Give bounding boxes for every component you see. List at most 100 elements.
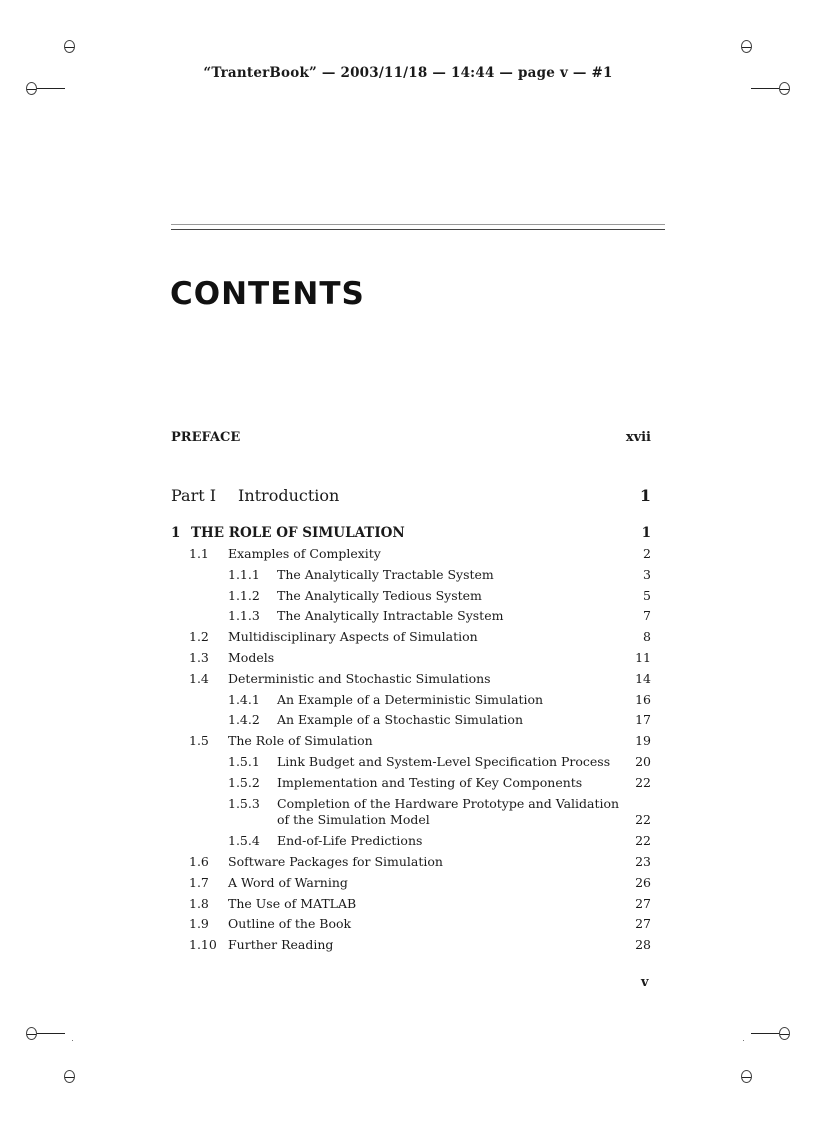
toc-entry[interactable]: 1.10 Further Reading 28	[171, 935, 651, 955]
registration-mark-icon	[741, 1070, 752, 1083]
toc-page: 19	[635, 733, 651, 749]
toc-page: 11	[635, 650, 651, 665]
toc-entry-title: Models	[228, 650, 275, 665]
toc-entry-number: 1.1.3	[228, 608, 260, 624]
running-header: “TranterBook” — 2003/11/18 — 14:44 — pag…	[203, 65, 613, 81]
crop-dot	[743, 1040, 744, 1041]
toc-entry[interactable]: 1.3 Models 11	[171, 648, 651, 668]
toc-page: 27	[635, 895, 651, 911]
toc-entry-number: 1.5	[189, 733, 209, 749]
toc-chapter-title: THE ROLE OF SIMULATION	[191, 525, 405, 541]
toc-page: 17	[635, 712, 651, 728]
toc-page: 22	[635, 774, 651, 790]
toc-entry-title: An Example of a Deterministic Simulation	[277, 691, 544, 707]
toc-page: 22	[635, 833, 651, 849]
toc-preface[interactable]: PREFACE xvii	[171, 428, 651, 448]
page-title: CONTENTS	[170, 276, 365, 312]
toc-page: 20	[635, 754, 651, 769]
toc-entry[interactable]: 1.4.2 An Example of a Stochastic Simulati…	[171, 710, 651, 730]
crop-line	[37, 88, 65, 89]
toc-page: 14	[635, 670, 651, 686]
toc-part-title: Introduction	[238, 486, 340, 505]
crop-line	[37, 1033, 65, 1034]
toc-entry-title: Outline of the Book	[228, 916, 352, 932]
toc-entry[interactable]: 1.9 Outline of the Book 27	[171, 914, 651, 934]
toc-entry-number: 1.3	[189, 650, 209, 665]
toc-entry[interactable]: 1.5.4 End-of-Life Predictions 22	[171, 831, 651, 851]
registration-mark-icon	[779, 1027, 790, 1040]
toc-entry-number: 1.10	[189, 937, 217, 953]
toc-entry-title: The Use of MATLAB	[228, 895, 357, 911]
toc-entry[interactable]: 1.1.3 The Analytically Intractable System…	[171, 606, 651, 626]
toc-entry[interactable]: 1.5.2 Implementation and Testing of Key C…	[171, 773, 651, 793]
crop-dot	[72, 1040, 73, 1041]
toc-entry[interactable]: 1.1.1 The Analytically Tractable System 3	[171, 565, 651, 585]
crop-line	[751, 1033, 779, 1034]
toc-entry[interactable]: 1.4 Deterministic and Stochastic Simulati…	[171, 669, 651, 689]
toc-entry-number: 1.8	[189, 895, 209, 911]
registration-mark-icon	[779, 82, 790, 95]
toc-entry-title: Multidisciplinary Aspects of Simulation	[228, 629, 478, 645]
toc-entry-title: The Role of Simulation	[228, 733, 373, 749]
registration-mark-icon	[741, 40, 752, 53]
crop-line	[751, 88, 779, 89]
toc-entry[interactable]: 1.1.2 The Analytically Tedious System 5	[171, 586, 651, 606]
toc-entry[interactable]: 1.6 Software Packages for Simulation 23	[171, 852, 651, 872]
toc-entry-number: 1.9	[189, 916, 209, 932]
toc-entry-number: 1.6	[189, 853, 209, 869]
title-rule-top	[171, 224, 665, 225]
toc-part-label: Part I	[171, 486, 217, 505]
toc-page: 5	[643, 587, 651, 603]
toc-page: 22	[635, 811, 651, 827]
toc-entry-title: Examples of Complexity	[228, 546, 381, 561]
toc-entry-title: An Example of a Stochastic Simulation	[277, 712, 523, 728]
toc-entry-title-continued: of the Simulation Model	[277, 811, 430, 827]
toc-page: 8	[643, 629, 651, 645]
toc-page: 3	[643, 566, 651, 582]
toc-entry-number: 1.1.1	[228, 566, 260, 582]
toc-entry-title: Deterministic and Stochastic Simulations	[228, 670, 491, 686]
registration-mark-icon	[26, 82, 37, 95]
page-number: v	[641, 975, 649, 990]
toc-entry[interactable]: 1.1 Examples of Complexity 2	[171, 544, 651, 564]
toc-entry-number: 1.5.3	[228, 795, 260, 811]
toc-entry[interactable]: 1.5.1 Link Budget and System-Level Specif…	[171, 752, 651, 772]
toc-entry-title: Further Reading	[228, 937, 334, 953]
toc-page: 23	[635, 853, 651, 869]
registration-mark-icon	[64, 1070, 75, 1083]
toc-entry-title: The Analytically Tractable System	[277, 566, 494, 582]
toc-chapter-number: 1	[171, 525, 181, 541]
toc-entry-number: 1.4	[189, 670, 209, 686]
toc-page: 16	[635, 691, 651, 707]
toc-entry[interactable]: 1.7 A Word of Warning 26	[171, 873, 651, 893]
toc-part[interactable]: Part I Introduction 1	[171, 484, 651, 508]
toc-entry[interactable]: 1.4.1 An Example of a Deterministic Simul…	[171, 690, 651, 710]
toc-entry-number: 1.1.2	[228, 587, 260, 603]
title-rule-bottom	[171, 229, 665, 230]
toc-entry-title: Link Budget and System-Level Specificati…	[277, 754, 611, 769]
toc-page: 26	[635, 874, 651, 890]
toc-page: xvii	[625, 430, 651, 445]
toc-entry-number: 1.5.4	[228, 833, 260, 849]
toc-entry-number: 1.4.2	[228, 712, 260, 728]
toc-page: 7	[643, 608, 651, 624]
toc-entry[interactable]: 1.5.3 Completion of the Hardware Prototyp…	[171, 794, 651, 830]
toc-label: PREFACE	[171, 430, 241, 445]
registration-mark-icon	[26, 1027, 37, 1040]
toc-page: 1	[641, 525, 651, 541]
toc-entry-number: 1.4.1	[228, 691, 260, 707]
registration-mark-icon	[64, 40, 75, 53]
toc-entry-number: 1.5.1	[228, 754, 260, 769]
toc-page: 28	[635, 937, 651, 953]
toc-entry-number: 1.2	[189, 629, 209, 645]
toc-entry-title: Implementation and Testing of Key Compon…	[277, 774, 583, 790]
toc-page: 27	[635, 916, 651, 932]
toc-entry[interactable]: 1.8 The Use of MATLAB 27	[171, 894, 651, 914]
toc-page: 2	[643, 546, 651, 561]
toc-entry[interactable]: 1.2 Multidisciplinary Aspects of Simulati…	[171, 627, 651, 647]
toc-page: 1	[639, 486, 651, 505]
toc-entry-number: 1.5.2	[228, 774, 260, 790]
toc-entry-number: 1.1	[189, 546, 209, 561]
toc-entry[interactable]: 1.5 The Role of Simulation 19	[171, 731, 651, 751]
toc-chapter[interactable]: 1 THE ROLE OF SIMULATION 1	[171, 523, 651, 543]
